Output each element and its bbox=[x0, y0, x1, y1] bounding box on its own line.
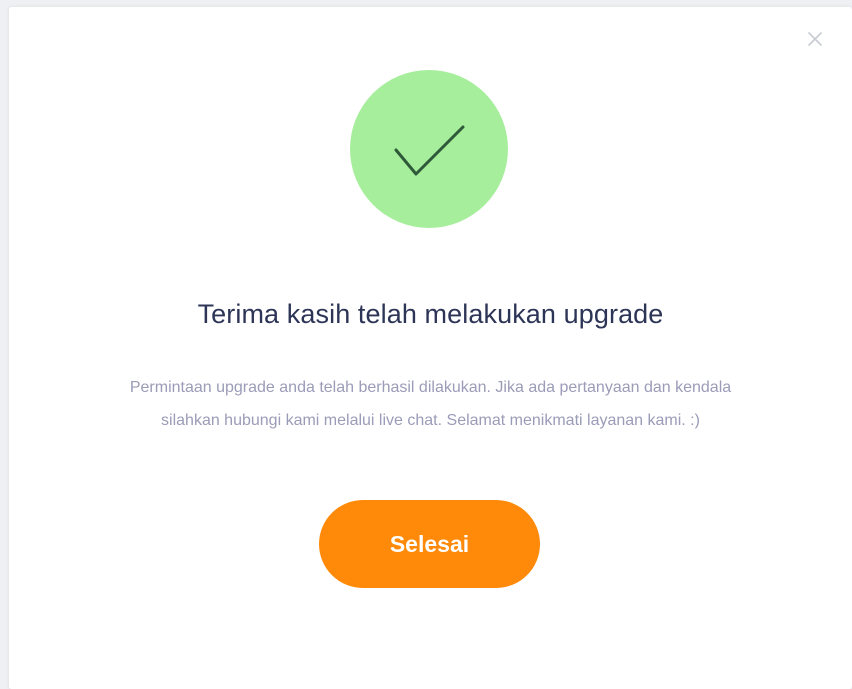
dialog-message-line-2: silahkan hubungi kami melalui live chat.… bbox=[161, 412, 700, 429]
success-circle bbox=[350, 70, 508, 228]
dialog-message-line-1: Permintaan upgrade anda telah berhasil d… bbox=[129, 379, 732, 396]
dialog-message: Permintaan upgrade anda telah berhasil d… bbox=[39, 371, 822, 437]
checkmark-icon bbox=[394, 125, 465, 176]
dialog-title: Terima kasih telah melakukan upgrade bbox=[197, 299, 664, 329]
done-button[interactable]: Selesai bbox=[319, 500, 540, 588]
close-button[interactable] bbox=[805, 29, 825, 49]
close-icon bbox=[808, 32, 822, 46]
upgrade-success-dialog: Terima kasih telah melakukan upgrade Per… bbox=[9, 7, 852, 689]
